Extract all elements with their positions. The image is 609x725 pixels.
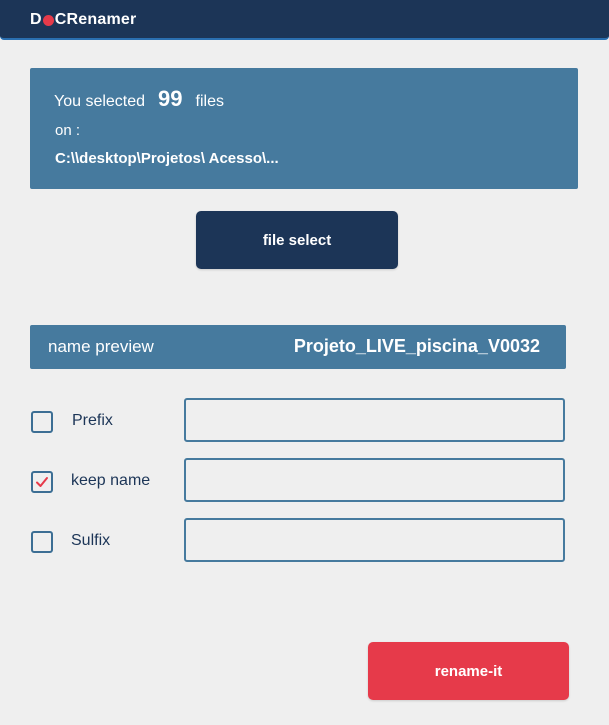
checkmark-icon [36, 477, 48, 487]
selected-path: C:\\desktop\Projetos\ Acesso\... [55, 150, 279, 167]
name-preview-bar: name preview Projeto_LIVE_piscina_V0032 [30, 325, 566, 369]
sulfix-checkbox[interactable] [31, 531, 53, 553]
name-preview-value: Projeto_LIVE_piscina_V0032 [293, 336, 540, 356]
file-count: 99 [158, 86, 183, 111]
prefix-checkbox[interactable] [31, 411, 53, 433]
title-bar: D CRenamer [0, 0, 609, 40]
app-logo: D CRenamer [30, 11, 136, 29]
logo-text: CRenamer [54, 11, 137, 28]
on-label: on : [55, 122, 81, 139]
file-select-button[interactable]: file select [196, 211, 398, 269]
logo-red-dot-icon [42, 14, 54, 26]
selection-info-panel: You selected 99 files on : C:\\desktop\P… [30, 68, 578, 189]
sulfix-input[interactable] [184, 518, 565, 562]
name-preview-label: name preview [48, 337, 154, 356]
selection-prefix-text: You selected [54, 93, 146, 110]
prefix-label: Prefix [72, 412, 113, 429]
rename-it-button[interactable]: rename-it [368, 642, 569, 700]
logo-letter-d: D [30, 11, 42, 28]
keep-name-input[interactable] [184, 458, 565, 502]
selection-summary: You selected 99 files [54, 86, 224, 112]
prefix-input[interactable] [184, 398, 565, 442]
keep-name-label: keep name [71, 472, 151, 489]
keep-name-checkbox[interactable] [31, 471, 53, 493]
sulfix-label: Sulfix [71, 532, 111, 549]
selection-suffix-text: files [195, 93, 224, 110]
